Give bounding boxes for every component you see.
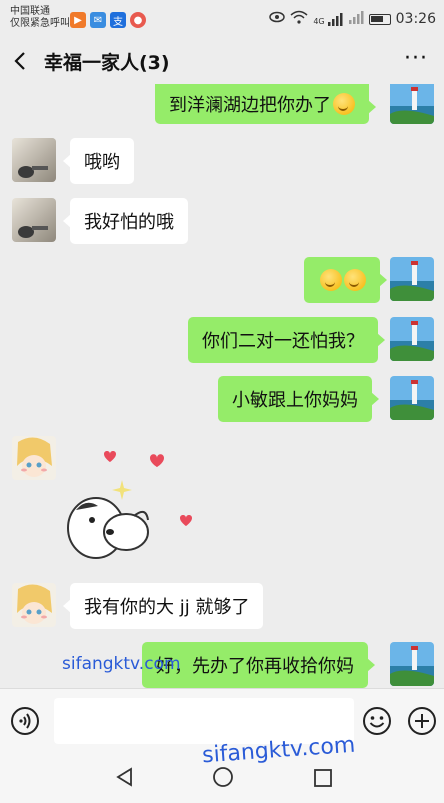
- smile-icon[interactable]: [362, 706, 392, 740]
- emergency-only: 仅限紧急呼叫: [10, 18, 70, 29]
- network-type: 4G: [313, 17, 325, 26]
- nav-home-icon[interactable]: [212, 766, 234, 792]
- avatar-member-2[interactable]: [12, 583, 56, 627]
- message-bubble[interactable]: 我好怕的哦: [63, 198, 188, 244]
- notification-icons: ▶ ✉ 支 ●: [70, 12, 146, 28]
- voice-icon[interactable]: [10, 706, 40, 740]
- more-icon[interactable]: ···: [404, 48, 428, 70]
- chat-title: 幸福一家人(3): [44, 51, 170, 74]
- avatar-self[interactable]: [390, 84, 434, 124]
- avatar-member-2[interactable]: [12, 436, 56, 480]
- status-right: 4G 03:26: [269, 10, 436, 28]
- sticker-image[interactable]: [64, 440, 204, 570]
- carrier-info: 中国联通 仅限紧急呼叫: [10, 6, 70, 30]
- thinking-emoji-icon: [344, 269, 366, 291]
- message-bubble[interactable]: 你们二对一还怕我？: [188, 317, 385, 363]
- message-bubble[interactable]: 哦哟: [63, 138, 134, 184]
- status-bar: 中国联通 仅限紧急呼叫 ▶ ✉ 支 ● 4G 03:26: [0, 0, 444, 38]
- carrier-name: 中国联通: [10, 6, 50, 17]
- message-text: 哦哟: [84, 152, 120, 173]
- plus-icon[interactable]: [407, 706, 437, 740]
- avatar-self[interactable]: [390, 642, 434, 686]
- message-bubble[interactable]: 我有你的大 jj 就够了: [62, 583, 264, 629]
- location-app-icon: ●: [130, 12, 146, 28]
- pay-app-icon: 支: [110, 12, 126, 28]
- message-bubble[interactable]: 到洋澜湖边把你办了: [155, 84, 376, 124]
- thinking-emoji-icon: [333, 93, 355, 115]
- avatar-member-1[interactable]: [12, 138, 56, 182]
- message-bubble[interactable]: [304, 257, 387, 303]
- wifi-icon: [290, 10, 308, 28]
- message-bubble[interactable]: 小敏跟上你妈妈: [218, 376, 379, 422]
- message-text: 我好怕的哦: [84, 212, 174, 233]
- message-text: 我有你的大 jj 就够了: [84, 597, 250, 618]
- message-text: 小敏跟上你妈妈: [232, 390, 358, 411]
- message-text: 到洋澜湖边把你办了: [169, 95, 331, 116]
- back-arrow-icon[interactable]: [0, 38, 40, 84]
- clock: 03:26: [395, 11, 436, 27]
- video-app-icon: ▶: [70, 12, 86, 28]
- signal-icon: 4G: [313, 12, 343, 26]
- message-text: 好，先办了你再收拾你妈: [156, 656, 354, 677]
- eye-icon: [269, 11, 286, 27]
- signal-2-icon: [348, 10, 364, 28]
- avatar-member-1[interactable]: [12, 198, 56, 242]
- watermark: sifangktv.com: [62, 654, 181, 674]
- chat-header: 幸福一家人(3) ···: [0, 38, 444, 84]
- battery-icon: [368, 13, 391, 25]
- nav-back-icon[interactable]: [114, 766, 136, 792]
- nav-recent-icon[interactable]: [313, 768, 333, 792]
- thinking-emoji-icon: [320, 269, 342, 291]
- avatar-self[interactable]: [390, 376, 434, 420]
- system-nav-bar: sifangktv.com: [0, 733, 444, 803]
- message-text: 你们二对一还怕我？: [202, 331, 364, 352]
- message-app-icon: ✉: [90, 12, 106, 28]
- avatar-self[interactable]: [390, 317, 434, 361]
- avatar-self[interactable]: [390, 257, 434, 301]
